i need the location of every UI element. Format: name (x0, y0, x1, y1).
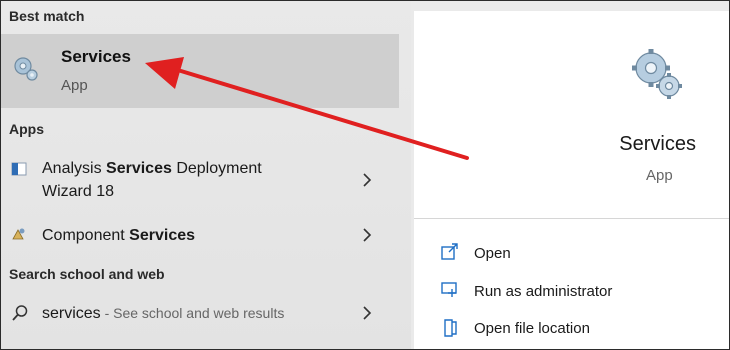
list-item-analysis-services[interactable]: Analysis Services Deployment Wizard 18 (1, 156, 399, 206)
gears-icon (632, 49, 682, 99)
gears-icon (14, 57, 38, 81)
details-title: Services (619, 133, 696, 155)
folder-icon (444, 319, 457, 337)
details-subtitle: App (646, 167, 673, 184)
list-item-label: Analysis Services Deployment Wizard 18 (42, 160, 262, 200)
action-open[interactable]: Open (440, 243, 640, 267)
action-run-as-administrator[interactable]: Run as administrator (440, 281, 670, 305)
action-open-file-location[interactable]: Open file location (440, 318, 670, 342)
search-icon (12, 305, 28, 321)
best-match-subtitle: App (61, 77, 88, 94)
section-best-match: Best match (9, 8, 85, 24)
chevron-right-icon (363, 173, 372, 187)
search-panel: Best match Services App Apps Analysis Se… (0, 0, 730, 350)
open-icon (441, 243, 458, 260)
analysis-services-icon (11, 162, 27, 176)
shield-icon (441, 282, 457, 297)
list-item-label: Component Services (42, 227, 196, 244)
best-match-item[interactable]: Services App (1, 34, 399, 108)
details-card: Services App Open Run as administrator O… (414, 11, 729, 349)
web-search-hint: - See school and web results (100, 305, 285, 321)
section-search-web: Search school and web (9, 266, 165, 282)
chevron-right-icon (363, 228, 372, 242)
action-label: Open file location (474, 320, 590, 337)
action-label: Run as administrator (474, 283, 613, 300)
details-pane: Services App Open Run as administrator O… (411, 1, 729, 349)
divider (414, 218, 729, 219)
best-match-title: Services (61, 47, 131, 66)
list-item-web-search[interactable]: services - See school and web results (1, 301, 399, 327)
action-label: Open (474, 245, 511, 262)
section-apps: Apps (9, 121, 44, 137)
list-item-label: services - See school and web results (42, 305, 285, 322)
results-pane: Best match Services App Apps Analysis Se… (1, 1, 411, 349)
list-item-component-services[interactable]: Component Services (1, 223, 399, 249)
chevron-right-icon (363, 306, 372, 320)
component-services-icon (12, 228, 25, 240)
